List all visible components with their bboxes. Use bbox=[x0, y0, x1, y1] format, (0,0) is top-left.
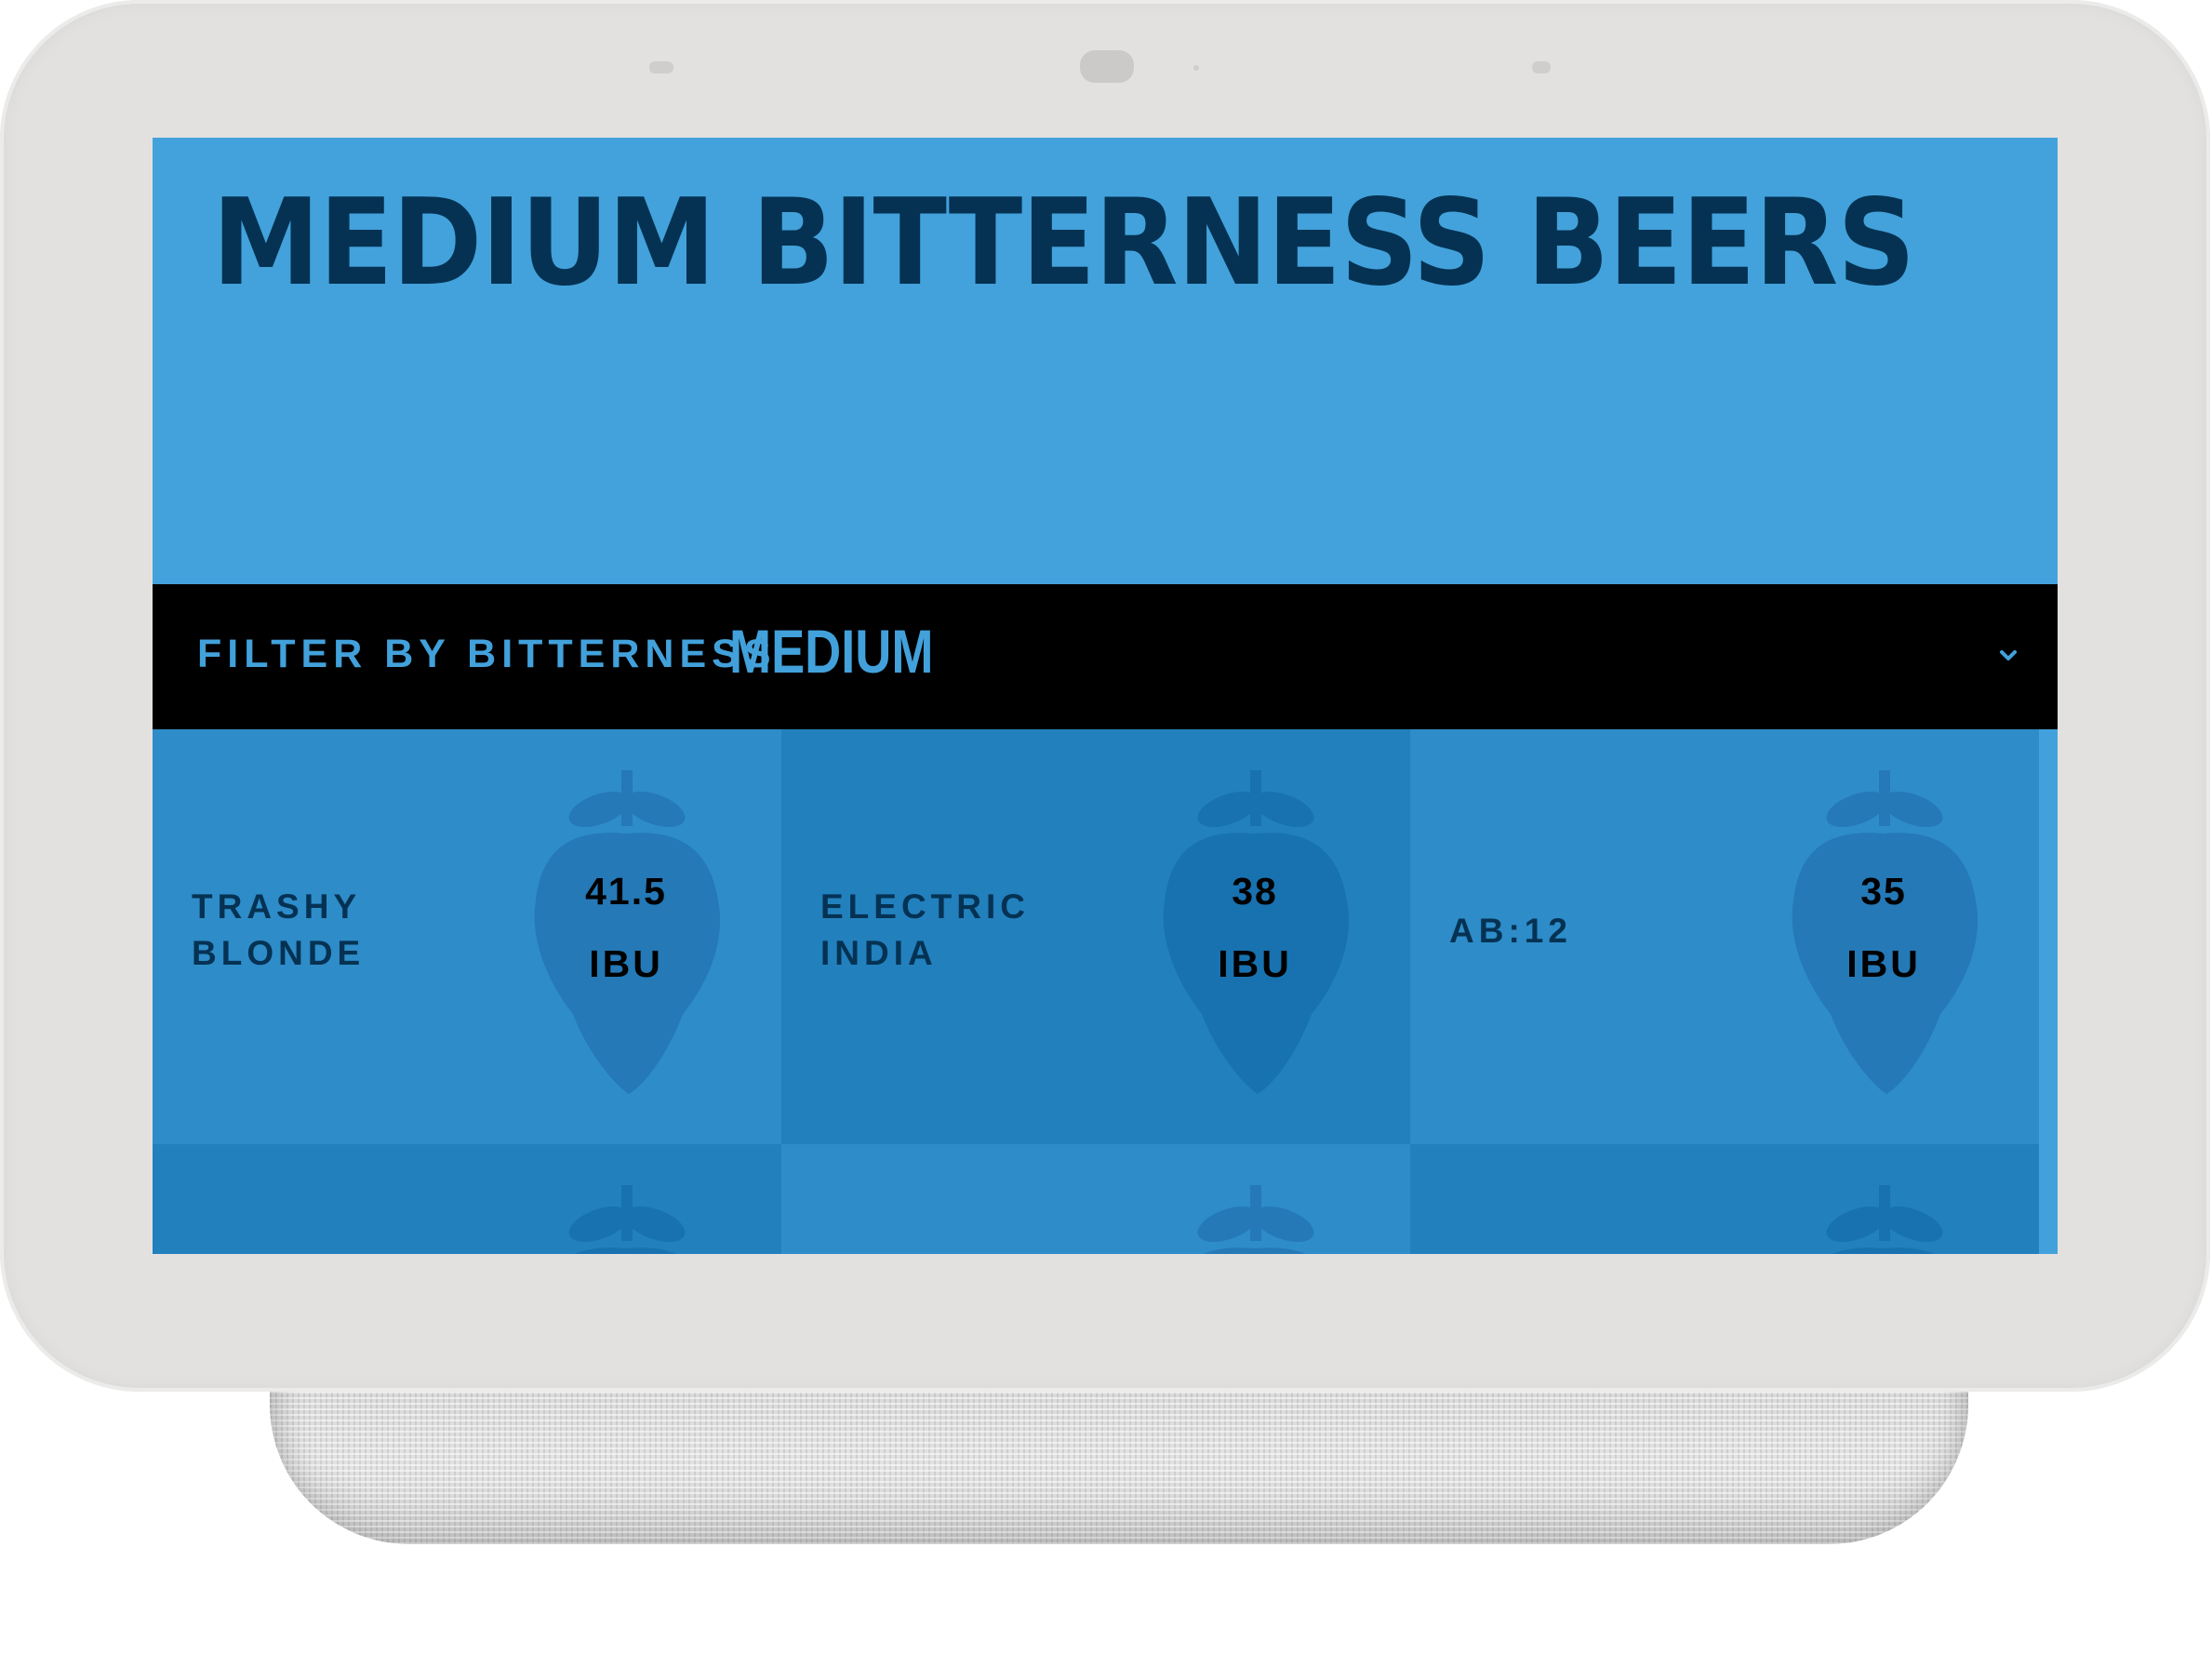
smart-display-mockup: MEDIUM BITTERNESS BEERS FILTER BY BITTER… bbox=[0, 0, 2212, 1667]
beer-name: TRASHY BLONDE bbox=[192, 887, 366, 972]
beer-name: ELECTRIC INDIA bbox=[820, 887, 1030, 972]
hop-icon bbox=[1197, 1185, 1314, 1254]
beer-card[interactable] bbox=[153, 1144, 781, 1254]
page-title: MEDIUM BITTERNESS BEERS bbox=[212, 174, 1915, 313]
hop-icon bbox=[568, 1185, 686, 1254]
beer-card[interactable] bbox=[781, 1144, 1410, 1254]
ibu-unit: IBU bbox=[1218, 942, 1292, 985]
beer-name: AB:12 bbox=[1449, 912, 1572, 950]
ibu-unit: IBU bbox=[1846, 942, 1921, 985]
beer-grid: TRASHY BLONDE 41.5 IBU ELECTRIC INDIA 38… bbox=[153, 729, 2039, 1254]
light-sensor bbox=[1193, 65, 1199, 71]
device-bezel: MEDIUM BITTERNESS BEERS FILTER BY BITTER… bbox=[0, 0, 2210, 1392]
bitterness-selected-value: MEDIUM bbox=[729, 617, 934, 686]
ibu-unit: IBU bbox=[589, 942, 663, 985]
filter-bar: FILTER BY BITTERNESS MEDIUM bbox=[153, 584, 2058, 729]
chevron-down-icon[interactable] bbox=[1994, 642, 2022, 670]
beer-card[interactable] bbox=[1410, 1144, 2039, 1254]
bitterness-select[interactable]: MEDIUM bbox=[729, 584, 2041, 729]
ibu-value: 35 bbox=[1860, 870, 1907, 913]
beer-card-trashy-blonde[interactable]: TRASHY BLONDE 41.5 IBU bbox=[153, 729, 781, 1144]
hero-banner: MEDIUM BITTERNESS BEERS bbox=[153, 138, 2058, 584]
ibu-value: 41.5 bbox=[585, 870, 667, 913]
camera-icon bbox=[1080, 50, 1134, 83]
scroll-track[interactable] bbox=[2039, 729, 2058, 1254]
microphone-sensor bbox=[1532, 61, 1551, 73]
hop-icon bbox=[1163, 770, 1350, 1094]
hop-icon bbox=[534, 770, 721, 1094]
beer-card-electric-india[interactable]: ELECTRIC INDIA 38 IBU bbox=[781, 729, 1410, 1144]
filter-label: FILTER BY BITTERNESS bbox=[197, 632, 777, 676]
hop-icon bbox=[1792, 770, 1979, 1094]
beer-card-ab12[interactable]: AB:12 35 IBU bbox=[1410, 729, 2039, 1144]
hop-icon bbox=[1826, 1185, 1943, 1254]
device-screen: MEDIUM BITTERNESS BEERS FILTER BY BITTER… bbox=[153, 138, 2058, 1254]
ibu-value: 38 bbox=[1232, 870, 1278, 913]
ambient-sensor bbox=[649, 61, 673, 73]
